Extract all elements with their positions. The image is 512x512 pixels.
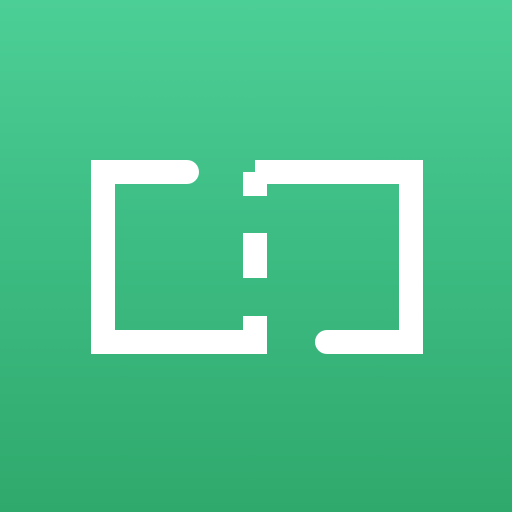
split-segment-middle — [243, 233, 267, 278]
app-icon — [0, 0, 512, 512]
right-bracket-shape — [255, 160, 423, 354]
right-bracket-cap — [315, 330, 327, 354]
left-bracket-shape — [91, 160, 255, 354]
bracketed-split-icon — [91, 160, 423, 354]
left-bracket-cap — [187, 160, 199, 184]
split-segment-bottom — [243, 316, 267, 354]
